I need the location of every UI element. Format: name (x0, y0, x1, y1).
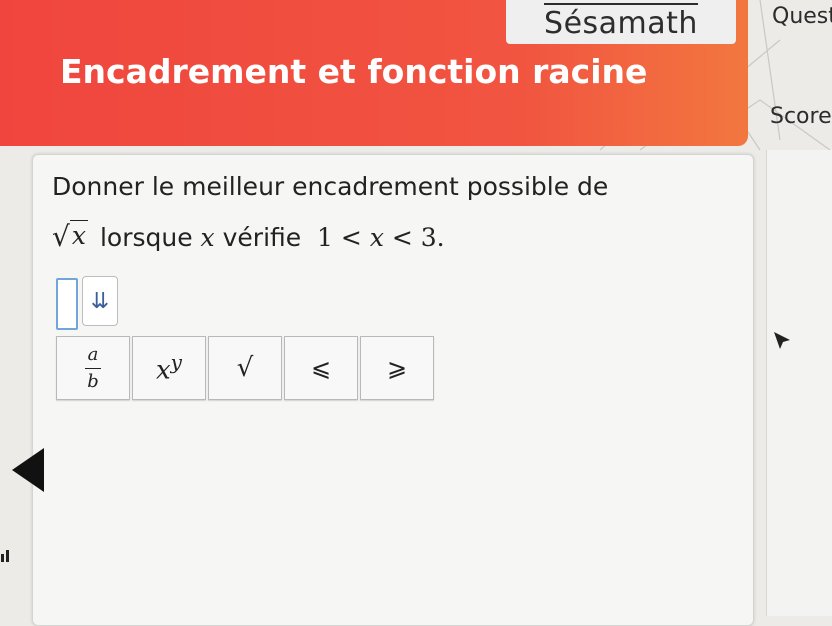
sqrt-variable: x (69, 220, 88, 250)
brand-logo: Sésamath (506, 0, 736, 44)
power-button[interactable]: xy (132, 336, 206, 400)
fraction-denominator: b (87, 370, 99, 392)
sqrt-expression: √ x (52, 220, 88, 253)
sqrt-icon: √ (236, 353, 254, 383)
page-title: Encadrement et fonction racine (60, 52, 648, 91)
geq-button[interactable]: ⩾ (360, 336, 434, 400)
sqrt-sign: √ (52, 220, 70, 253)
inequality-left: 1 < (317, 223, 362, 252)
question-variable: x (200, 223, 215, 252)
power-exponent: y (170, 350, 182, 375)
math-toolbar: a b xy √ ⩽ ⩾ (56, 336, 436, 400)
side-question-label: Quest (772, 4, 832, 29)
fraction-button[interactable]: a b (56, 336, 130, 400)
question-word-lorsque: lorsque (99, 223, 193, 252)
question-line-1: Donner le meilleur encadrement possible … (52, 172, 609, 201)
answer-input[interactable] (56, 278, 78, 330)
mouse-cursor-icon (774, 332, 790, 349)
inequality-right: < 3. (391, 223, 445, 252)
side-score-label: Score (770, 104, 832, 129)
fraction-numerator: a (87, 343, 99, 365)
signal-bars-icon (1, 550, 9, 562)
double-down-arrow-button[interactable]: ⇊ (82, 276, 118, 326)
leq-icon: ⩽ (310, 354, 332, 382)
question-word-verifie: vérifie (222, 223, 302, 252)
side-panel (766, 150, 832, 616)
question-line-2: √ x lorsque x vérifie 1 < x < 3. (52, 220, 445, 253)
power-icon: xy (156, 350, 182, 386)
geq-icon: ⩾ (386, 354, 408, 382)
power-base: x (156, 355, 171, 386)
previous-arrow-icon[interactable] (12, 448, 44, 492)
fraction-icon: a b (85, 343, 101, 392)
inequality-variable: x (369, 223, 384, 252)
sqrt-button[interactable]: √ (208, 336, 282, 400)
double-down-arrow-icon: ⇊ (90, 288, 110, 314)
leq-button[interactable]: ⩽ (284, 336, 358, 400)
